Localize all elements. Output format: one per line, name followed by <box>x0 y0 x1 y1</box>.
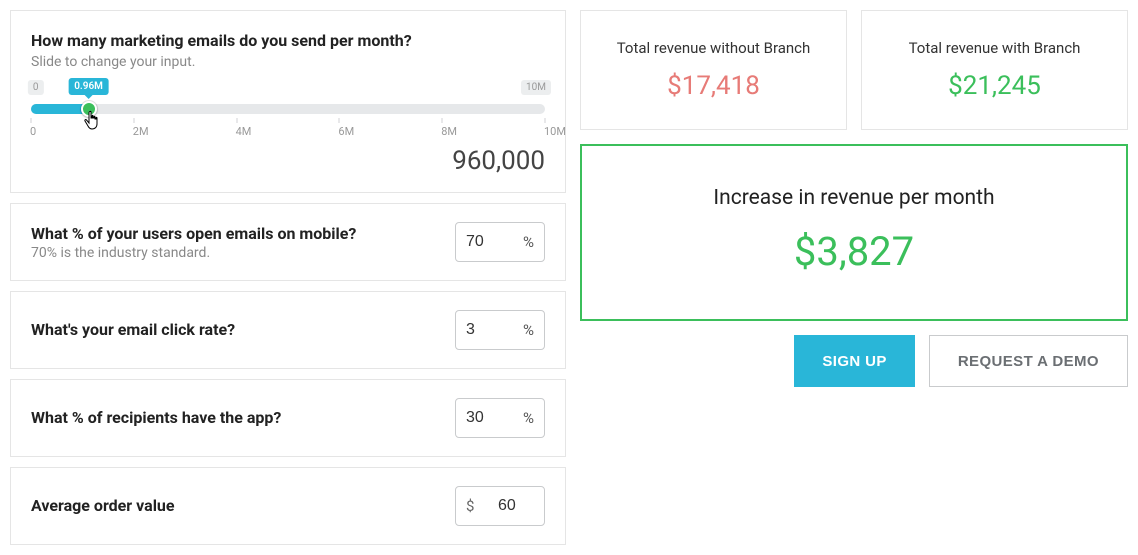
click-rate-input-group: % <box>455 310 545 350</box>
aov-input-group: $ <box>455 486 545 526</box>
click-rate-title: What's your email click rate? <box>31 320 235 339</box>
request-demo-button[interactable]: REQUEST A DEMO <box>929 335 1128 387</box>
slider-subtitle: Slide to change your input. <box>31 54 545 70</box>
slider-title: How many marketing emails do you send pe… <box>31 31 545 50</box>
slider-value-bubble: 0.96M <box>68 78 109 95</box>
mobile-open-input-group: % <box>455 222 545 262</box>
slider-tick-label: 0 <box>30 125 31 138</box>
slider-tick-label: 10M <box>544 125 545 138</box>
increase-title: Increase in revenue per month <box>592 186 1116 210</box>
slider-tick-label: 8M <box>441 125 442 138</box>
percent-unit: % <box>523 321 534 339</box>
mobile-open-card: What % of your users open emails on mobi… <box>10 203 566 281</box>
mobile-open-title: What % of your users open emails on mobi… <box>31 224 356 243</box>
have-app-card: What % of recipients have the app? % <box>10 379 566 457</box>
increase-card: Increase in revenue per month $3,827 <box>580 144 1128 321</box>
sign-up-button[interactable]: SIGN UP <box>794 335 914 387</box>
revenue-with-title: Total revenue with Branch <box>872 39 1117 57</box>
slider-ticks: 0 2M 4M 6M 8M 10M <box>31 118 545 140</box>
revenue-without-title: Total revenue without Branch <box>591 39 836 57</box>
have-app-input[interactable] <box>466 409 502 427</box>
slider-tick-label: 2M <box>133 125 134 138</box>
have-app-title: What % of recipients have the app? <box>31 408 281 427</box>
aov-card: Average order value $ <box>10 467 566 545</box>
percent-unit: % <box>523 409 534 427</box>
revenue-with-card: Total revenue with Branch $21,245 <box>861 10 1128 130</box>
dollar-unit: $ <box>466 497 474 515</box>
slider-tick-label: 4M <box>236 125 237 138</box>
aov-input[interactable] <box>498 497 534 515</box>
increase-value: $3,827 <box>592 228 1116 275</box>
mobile-open-input[interactable] <box>466 233 502 251</box>
percent-unit: % <box>523 233 534 251</box>
revenue-without-card: Total revenue without Branch $17,418 <box>580 10 847 130</box>
slider-value-display: 960,000 <box>31 146 545 176</box>
emails-slider-card: How many marketing emails do you send pe… <box>10 10 566 193</box>
revenue-without-value: $17,418 <box>591 71 836 101</box>
slider-track[interactable] <box>31 104 545 114</box>
mobile-open-subtitle: 70% is the industry standard. <box>31 245 356 261</box>
click-rate-input[interactable] <box>466 321 502 339</box>
slider-min-label: 0 <box>28 80 44 95</box>
slider-max-label: 10M <box>521 80 551 95</box>
slider[interactable]: 0 10M 0.96M 02M4M6M8M10M <box>31 104 545 140</box>
slider-tick-label: 6M <box>338 125 339 138</box>
revenue-with-value: $21,245 <box>872 71 1117 101</box>
aov-title: Average order value <box>31 496 175 515</box>
have-app-input-group: % <box>455 398 545 438</box>
click-rate-card: What's your email click rate? % <box>10 291 566 369</box>
